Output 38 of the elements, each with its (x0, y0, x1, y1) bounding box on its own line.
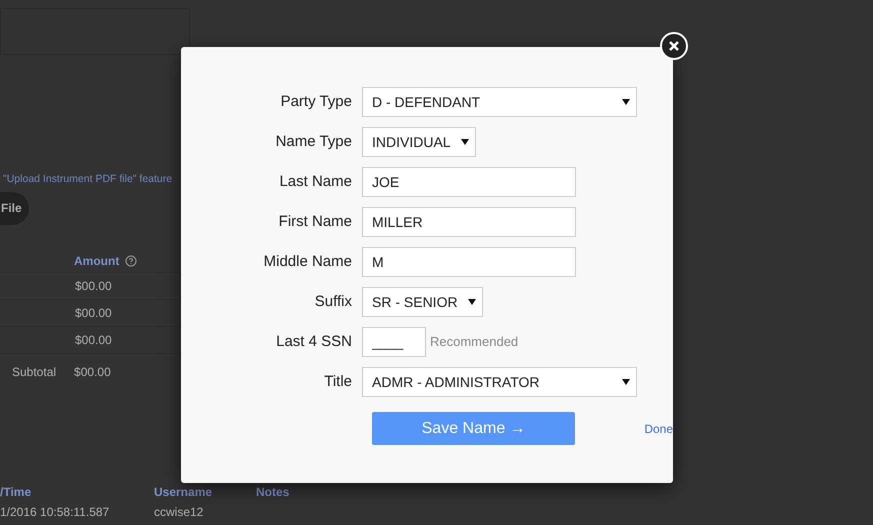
select-field[interactable]: SR - SENIOR (362, 287, 483, 317)
select-field[interactable]: INDIVIDUAL (362, 127, 476, 157)
ssn-input-field[interactable]: ____ (362, 327, 426, 357)
close-button[interactable] (660, 32, 688, 60)
caret-icon (622, 379, 630, 385)
column-header: Username (154, 484, 214, 501)
field-label: Last 4 SSN (275, 332, 353, 352)
field-label: Suffix (314, 292, 353, 312)
subtotal-label: Subtotal (12, 364, 56, 381)
help-icon (125, 255, 138, 268)
column-header: /Time (0, 484, 32, 501)
caret-icon (622, 99, 630, 105)
field-label: Last Name (278, 172, 353, 192)
table-cell-text: ccwise12 (154, 504, 204, 521)
caret-icon (460, 139, 469, 145)
column-header: Notes (256, 484, 290, 501)
input-field[interactable]: M (362, 247, 576, 277)
amount-cell-text: $00.00 (75, 332, 112, 349)
upload-link[interactable]: "Upload Instrument PDF file" feature (0, 172, 172, 188)
input-field[interactable]: MILLER (362, 207, 576, 237)
caret-icon (468, 299, 476, 305)
field-label: Party Type (280, 92, 353, 112)
select-field[interactable]: D - DEFENDANT (362, 87, 637, 117)
field-label: Title (323, 372, 353, 392)
recommended-hint: Recommended (430, 333, 518, 352)
select-field[interactable]: ADMR - ADMINISTRATOR (362, 367, 637, 397)
done-link[interactable]: Done (644, 420, 673, 438)
input-field[interactable]: JOE (362, 167, 576, 197)
subtotal-value: $00.00 (74, 364, 111, 381)
close-icon (669, 41, 679, 51)
file-button[interactable]: File (0, 192, 29, 225)
field-label: Name Type (274, 132, 353, 152)
field-label: Middle Name (262, 252, 353, 272)
amount-cell-text: $00.00 (75, 304, 112, 322)
table-cell-text: 1/2016 10:58:11.587 (0, 504, 110, 521)
field-label: First Name (278, 212, 353, 232)
amount-cell-text: $00.00 (75, 278, 112, 295)
column-header: Amount (74, 253, 120, 270)
